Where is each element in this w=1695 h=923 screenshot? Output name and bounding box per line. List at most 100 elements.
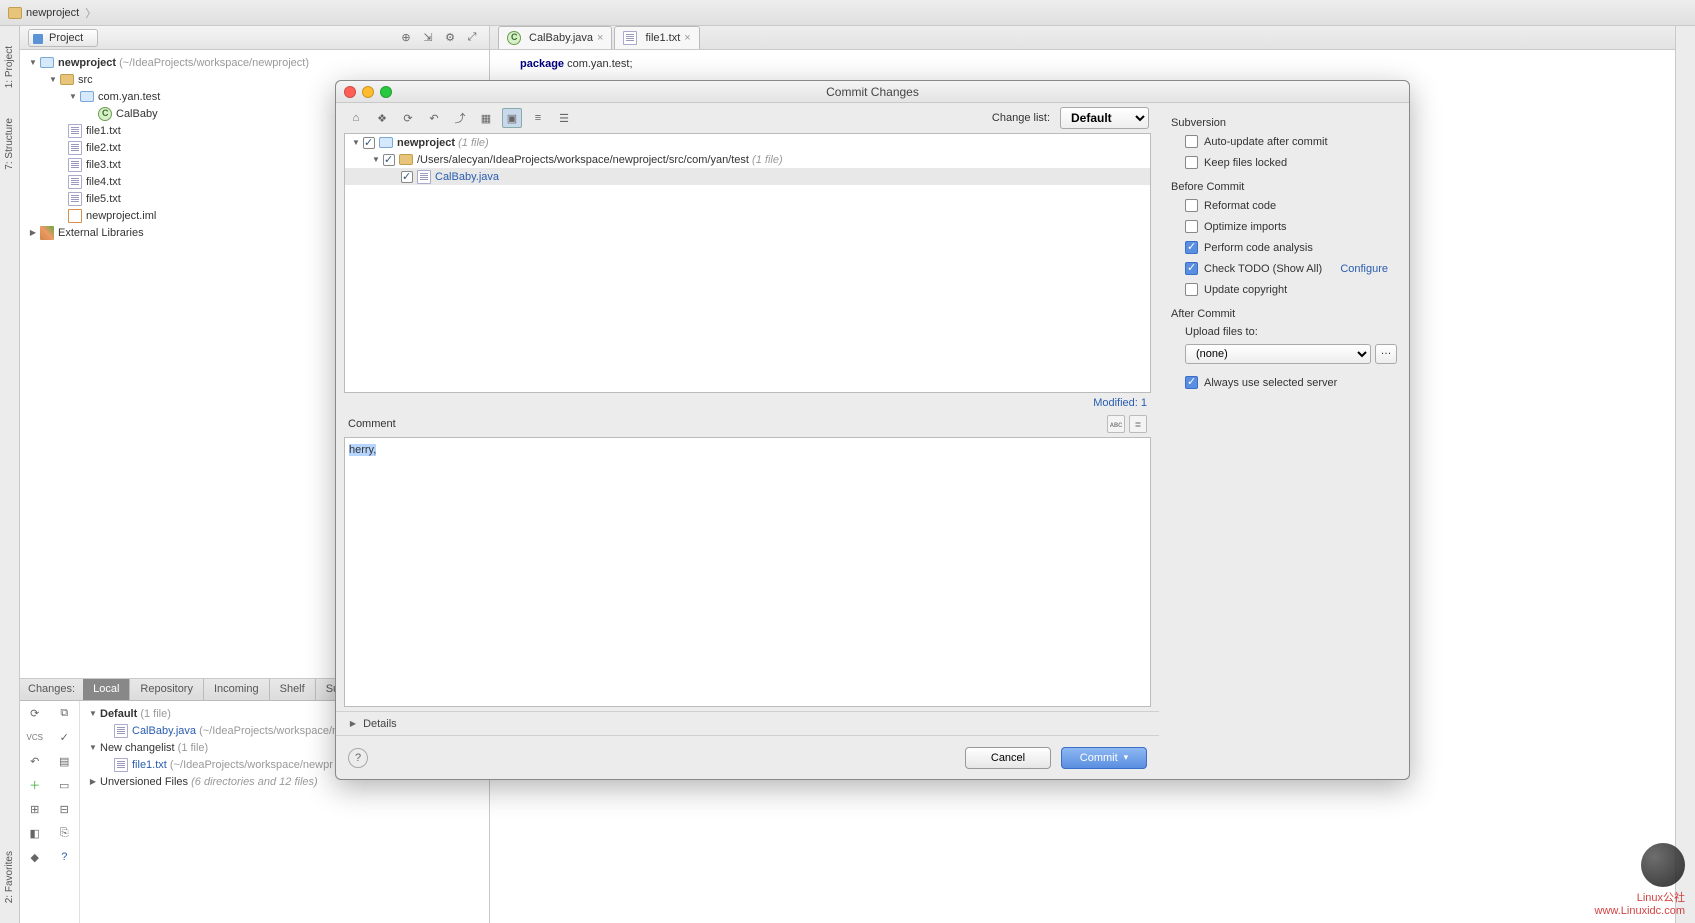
editor-tab[interactable]: CalBaby.java × xyxy=(498,26,612,49)
file-icon xyxy=(417,170,431,184)
txt-icon xyxy=(68,141,82,155)
locate-icon[interactable]: ⊕ xyxy=(397,29,415,47)
upload-label: Upload files to: xyxy=(1185,326,1258,338)
close-icon[interactable]: × xyxy=(597,32,603,44)
collapse-all-icon[interactable]: ☰ xyxy=(554,108,574,128)
patch-icon[interactable]: ◆ xyxy=(20,845,50,869)
checkbox[interactable] xyxy=(383,154,395,166)
group-by-dir-icon[interactable]: ▣ xyxy=(502,108,522,128)
spellcheck-icon[interactable]: ᴀʙᴄ xyxy=(1107,415,1125,433)
close-icon[interactable]: × xyxy=(684,32,690,44)
commit-dialog: Commit Changes ⌂ ❖ ⟳ ↶ ⤴ ▦ ▣ ≡ ☰ Change … xyxy=(335,80,1410,780)
project-panel-header: Project ⊕ ⇲ ⚙ ⤢ xyxy=(20,26,489,50)
modified-count: Modified: 1 xyxy=(336,393,1159,413)
section-after-commit: After Commit xyxy=(1171,308,1397,320)
tree-row[interactable]: /Users/alecyan/IdeaProjects/workspace/ne… xyxy=(345,151,1150,168)
checkbox-analysis[interactable] xyxy=(1185,241,1198,254)
expand-icon[interactable]: ⊞ xyxy=(20,797,50,821)
diff-icon[interactable]: ⧉ xyxy=(50,701,80,725)
expand-all-icon[interactable]: ≡ xyxy=(528,108,548,128)
side-tab-favorites[interactable]: 2: Favorites xyxy=(4,851,15,903)
dialog-file-tree[interactable]: newproject (1 file) /Users/alecyan/IdeaP… xyxy=(344,133,1151,393)
chevron-right-icon: 〉 xyxy=(85,5,96,21)
tree-row-selected[interactable]: CalBaby.java xyxy=(345,168,1150,185)
changes-tab-incoming[interactable]: Incoming xyxy=(204,679,270,700)
refresh-icon[interactable]: ⟳ xyxy=(20,701,50,725)
tree-root[interactable]: newproject (~/IdeaProjects/workspace/new… xyxy=(20,54,489,71)
penguin-icon xyxy=(1641,843,1685,887)
history-icon[interactable]: ≣ xyxy=(1129,415,1147,433)
collapse-all-icon[interactable]: ⊟ xyxy=(50,797,80,821)
add-icon[interactable]: ＋ xyxy=(20,773,50,797)
remove-icon[interactable]: ▭ xyxy=(50,773,80,797)
module-icon xyxy=(379,137,393,148)
group-icon[interactable]: ◧ xyxy=(20,821,50,845)
dialog-titlebar[interactable]: Commit Changes xyxy=(336,81,1409,103)
checkbox-copyright[interactable] xyxy=(1185,283,1198,296)
dialog-footer: ? Cancel Commit xyxy=(336,735,1159,779)
class-icon xyxy=(507,31,521,45)
changes-tab-shelf[interactable]: Shelf xyxy=(270,679,316,700)
changes-tab-repository[interactable]: Repository xyxy=(130,679,204,700)
side-tab-structure[interactable]: 7: Structure xyxy=(4,118,15,170)
txt-icon xyxy=(68,158,82,172)
help-icon[interactable]: ? xyxy=(50,845,80,869)
checkbox-auto-update[interactable] xyxy=(1185,135,1198,148)
cancel-button[interactable]: Cancel xyxy=(965,747,1051,769)
right-tool-strip xyxy=(1675,26,1695,923)
checkbox-reformat[interactable] xyxy=(1185,199,1198,212)
jump-icon[interactable]: ⤴ xyxy=(450,108,470,128)
collapse-icon[interactable]: ⇲ xyxy=(419,29,437,47)
changelist-select[interactable]: Default xyxy=(1060,107,1149,129)
rollback-icon[interactable]: ↶ xyxy=(424,108,444,128)
checkbox[interactable] xyxy=(363,137,375,149)
left-tool-strip: 1: Project 7: Structure 2: Favorites xyxy=(0,26,20,923)
hide-icon[interactable]: ⤢ xyxy=(463,29,481,47)
move-icon[interactable]: ❖ xyxy=(372,108,392,128)
checkbox[interactable] xyxy=(401,171,413,183)
checkbox-always-server[interactable] xyxy=(1185,376,1198,389)
editor-tab[interactable]: file1.txt × xyxy=(614,26,699,49)
show-diff-icon[interactable]: ⌂ xyxy=(346,108,366,128)
dialog-title: Commit Changes xyxy=(336,85,1409,99)
folder-icon xyxy=(399,154,413,165)
library-icon xyxy=(40,226,54,240)
new-changelist-icon[interactable]: ▦ xyxy=(476,108,496,128)
package-icon xyxy=(80,91,94,102)
changelist-label: Change list: xyxy=(992,112,1050,124)
txt-icon xyxy=(68,175,82,189)
refresh-icon[interactable]: ⟳ xyxy=(398,108,418,128)
watermark: Linux公社 www.Linuxidc.com xyxy=(1595,843,1685,917)
checkbox-todo[interactable] xyxy=(1185,262,1198,275)
comment-textarea[interactable]: herry, xyxy=(344,437,1151,707)
details-toggle[interactable]: Details xyxy=(336,711,1159,735)
tree-row[interactable]: newproject (1 file) xyxy=(345,134,1150,151)
copy-icon[interactable]: ⎘ xyxy=(50,821,80,845)
file-icon xyxy=(114,724,128,738)
section-subversion: Subversion xyxy=(1171,117,1397,129)
browse-button[interactable]: … xyxy=(1375,344,1397,364)
rollback-icon[interactable]: ↶ xyxy=(20,749,50,773)
commit-icon[interactable]: ✓ xyxy=(50,725,80,749)
dialog-left-pane: ⌂ ❖ ⟳ ↶ ⤴ ▦ ▣ ≡ ☰ Change list: Default n… xyxy=(336,103,1159,779)
module-icon xyxy=(40,57,54,68)
changes-toolbar: ⟳ ⧉ VCS ✓ ↶ ▤ ＋ ▭ ⊞ ⊟ ◧ ⎘ ◆ ? xyxy=(20,701,80,923)
file-icon xyxy=(114,758,128,772)
editor-tabs: CalBaby.java × file1.txt × xyxy=(490,26,1675,50)
changes-tab-local[interactable]: Local xyxy=(83,679,130,700)
txt-icon xyxy=(68,192,82,206)
configure-link[interactable]: Configure xyxy=(1340,263,1388,275)
upload-select[interactable]: (none) xyxy=(1185,344,1371,364)
project-view-combo[interactable]: Project xyxy=(28,29,98,47)
gear-icon[interactable]: ⚙ xyxy=(441,29,459,47)
changelist-icon[interactable]: ▤ xyxy=(50,749,80,773)
side-tab-project[interactable]: 1: Project xyxy=(4,46,15,88)
help-button[interactable]: ? xyxy=(348,748,368,768)
section-before-commit: Before Commit xyxy=(1171,181,1397,193)
vcs-label: VCS xyxy=(20,725,50,749)
breadcrumb-project[interactable]: newproject xyxy=(26,7,79,19)
commit-button[interactable]: Commit xyxy=(1061,747,1147,769)
txt-icon xyxy=(68,124,82,138)
checkbox-optimize[interactable] xyxy=(1185,220,1198,233)
checkbox-keep-locked[interactable] xyxy=(1185,156,1198,169)
